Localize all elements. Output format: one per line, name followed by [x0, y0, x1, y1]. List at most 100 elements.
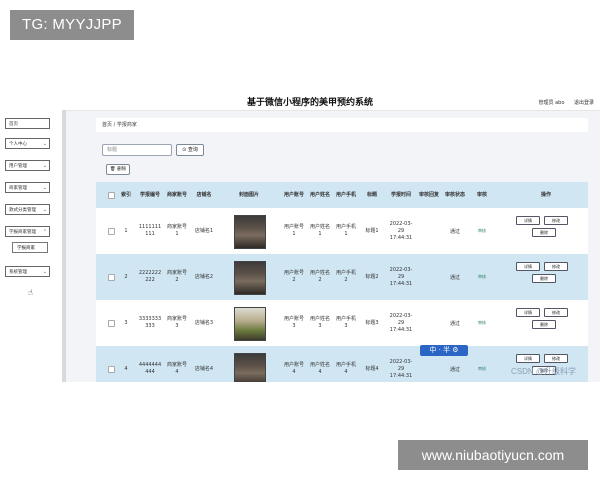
row-checkbox[interactable] [108, 228, 115, 235]
cell-merchant: 商家账号3 [166, 316, 187, 329]
cell-status: 通过 [449, 274, 460, 281]
top-bar: 基于微信小程序的美甲预约系统 管理员 abo 退出登录 [0, 96, 600, 111]
cell-user-phone: 用户手机4 [336, 362, 357, 375]
trash-icon: 🗑 [109, 167, 116, 172]
col-header-title: 标题 [366, 191, 377, 198]
edit-button[interactable]: 修改 [544, 308, 568, 317]
user-role: 管理员 abo [538, 100, 565, 106]
data-table: 索引 学报编号 商家账号 店铺名 封面图片 用户账号 用户姓名 用户手机 标题 … [96, 182, 588, 382]
cell-index: 4 [124, 365, 128, 372]
cell-shop: 店铺名4 [194, 365, 214, 372]
csdn-watermark: CSDN @升级科学 [511, 367, 577, 376]
cell-user-phone: 用户手机1 [336, 224, 357, 237]
audit-link[interactable]: 审核 [470, 254, 494, 300]
search-button[interactable]: ⊙ 查询 [176, 144, 204, 156]
chevron-down-icon: ⌄ [42, 207, 47, 213]
cover-image[interactable] [234, 215, 266, 249]
delete-button[interactable]: 删除 [532, 320, 556, 329]
cell-merchant: 商家账号4 [166, 362, 187, 375]
cell-user-phone: 用户手机3 [336, 316, 357, 329]
col-header-merchant: 商家账号 [166, 191, 187, 198]
cell-user-name: 用户姓名2 [310, 270, 331, 283]
sidebar-item-merchants[interactable]: 商家管理 ⌄ [5, 182, 50, 193]
sidebar-item-label: 学报商家 [17, 246, 35, 251]
edit-button[interactable]: 修改 [544, 354, 568, 363]
row-checkbox[interactable] [108, 366, 115, 373]
cell-shop: 店铺名1 [194, 227, 214, 234]
chevron-up-icon: ⌃ [42, 229, 47, 235]
delete-button[interactable]: 删除 [532, 228, 556, 237]
cell-index: 3 [124, 319, 128, 326]
sidebar: 首页 个人中心 ⌄ 用户管理 ⌄ 商家管理 ⌄ 款式分类管理 ⌄ 学报商家管理 ⌃ 学报商… [0, 110, 66, 382]
detail-button[interactable]: 详情 [516, 216, 540, 225]
cover-image[interactable] [234, 261, 266, 295]
cell-user-account: 用户账号1 [284, 224, 305, 237]
col-header-reply: 审核回复 [418, 191, 439, 198]
url-watermark: www.niubaotiyucn.com [398, 440, 588, 470]
cell-shop: 店铺名3 [194, 319, 214, 326]
sidebar-subitem-report-merchant[interactable]: 学报商家 [12, 242, 48, 253]
sidebar-item-label: 款式分类管理 [9, 208, 36, 213]
col-header-user-phone: 用户手机 [336, 191, 357, 198]
sidebar-item-home[interactable]: 首页 [5, 118, 50, 129]
breadcrumb: 首页 / 学报商家 [96, 118, 588, 132]
col-header-shop: 店铺名 [196, 191, 212, 198]
sidebar-item-profile[interactable]: 个人中心 ⌄ [5, 138, 50, 149]
col-header-actions: 操作 [540, 191, 551, 198]
detail-button[interactable]: 详情 [516, 354, 540, 363]
col-header-index: 索引 [120, 191, 131, 198]
cell-index: 1 [124, 227, 128, 234]
sidebar-item-label: 系统管理 [9, 270, 27, 275]
cell-user-name: 用户姓名3 [310, 316, 331, 329]
search-input[interactable]: 标题 [102, 144, 172, 156]
col-header-code: 学报编号 [139, 191, 160, 198]
sidebar-item-system[interactable]: 系统管理 ⌄ [5, 266, 50, 277]
cell-title: 标题2 [365, 273, 379, 280]
pointer-cursor-icon: ☝ [28, 288, 33, 297]
select-all-checkbox[interactable] [108, 192, 115, 199]
sidebar-item-report-merchant-manage[interactable]: 学报商家管理 ⌃ [5, 226, 50, 237]
cover-image[interactable] [234, 353, 266, 382]
col-header-cover: 封面图片 [238, 191, 259, 198]
cell-shop: 店铺名2 [194, 273, 214, 280]
sidebar-item-label: 学报商家管理 [9, 230, 36, 235]
cell-user-name: 用户姓名1 [310, 224, 331, 237]
sidebar-item-label: 首页 [9, 122, 18, 127]
bulk-delete-button[interactable]: 🗑 删除 [106, 164, 130, 175]
audit-link[interactable]: 审核 [470, 346, 494, 382]
cell-user-account: 用户账号3 [284, 316, 305, 329]
chevron-down-icon: ⌄ [42, 185, 47, 191]
sidebar-item-label: 商家管理 [9, 186, 27, 191]
cell-time: 2022-03-29 17:44:31 [389, 358, 413, 379]
edit-button[interactable]: 修改 [544, 216, 568, 225]
cover-image[interactable] [234, 307, 266, 341]
cell-index: 2 [124, 273, 128, 280]
cell-time: 2022-03-29 17:44:31 [389, 266, 413, 287]
col-header-time: 学报时间 [390, 191, 411, 198]
chevron-down-icon: ⌄ [42, 269, 47, 275]
row-checkbox[interactable] [108, 274, 115, 281]
chevron-down-icon: ⌄ [42, 141, 47, 147]
sidebar-item-label: 个人中心 [9, 142, 27, 147]
audit-link[interactable]: 审核 [470, 300, 494, 346]
table-row: 3 3333333 333 商家账号3 店铺名3 用户账号3 用户姓名3 用户手… [96, 300, 588, 346]
edit-button[interactable]: 修改 [544, 262, 568, 271]
detail-button[interactable]: 详情 [516, 262, 540, 271]
ime-toolbar[interactable]: 中 · 半 ⚙ [420, 345, 468, 356]
delete-button[interactable]: 删除 [532, 274, 556, 283]
col-header-status: 审核状态 [444, 191, 465, 198]
row-checkbox[interactable] [108, 320, 115, 327]
cell-status: 通过 [449, 228, 460, 235]
cell-code: 4444444 444 [138, 362, 162, 375]
detail-button[interactable]: 详情 [516, 308, 540, 317]
cell-time: 2022-03-29 17:44:31 [389, 220, 413, 241]
logout-link[interactable]: 退出登录 [574, 100, 594, 106]
table-header: 索引 学报编号 商家账号 店铺名 封面图片 用户账号 用户姓名 用户手机 标题 … [96, 182, 588, 208]
cell-user-name: 用户姓名4 [310, 362, 331, 375]
search-button-label: 查询 [187, 147, 198, 153]
audit-link[interactable]: 审核 [470, 208, 494, 254]
cell-code: 2222222 222 [138, 270, 162, 283]
col-header-audit: 审核 [476, 191, 487, 198]
sidebar-item-users[interactable]: 用户管理 ⌄ [5, 160, 50, 171]
sidebar-item-style-category[interactable]: 款式分类管理 ⌄ [5, 204, 50, 215]
